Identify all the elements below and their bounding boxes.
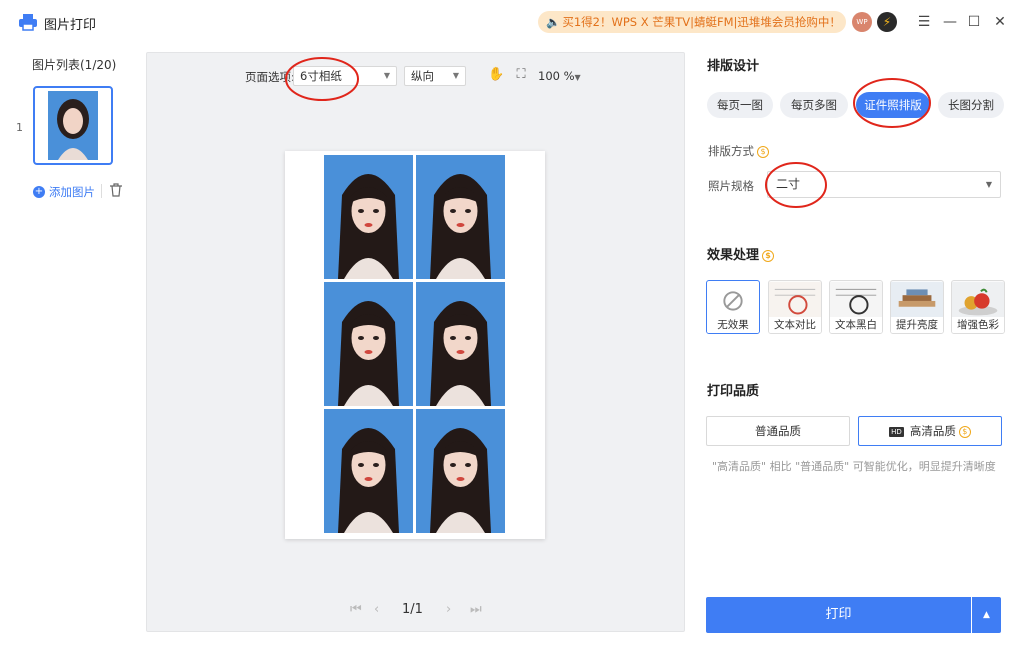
annotation-circle: [853, 78, 931, 128]
annotation-circle: [285, 57, 359, 101]
annotation-overlay: [285, 57, 931, 208]
annotation-circle: [765, 162, 827, 208]
